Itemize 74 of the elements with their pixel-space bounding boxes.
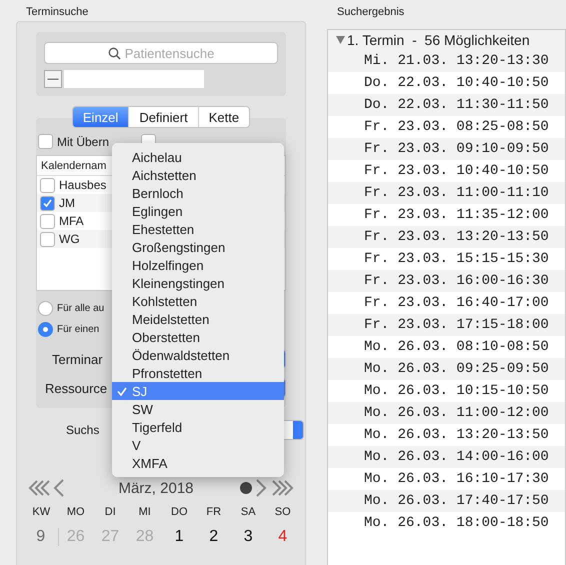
menu-item[interactable]: Großengstingen xyxy=(112,238,284,256)
radio-label: Für einen xyxy=(57,324,100,335)
result-row[interactable]: Mo. 26.03. 09:25-09:50 xyxy=(328,358,565,380)
tab[interactable]: Definiert xyxy=(128,107,198,127)
result-row[interactable]: Fr. 23.03. 16:00-16:30 xyxy=(328,270,565,292)
menu-item[interactable]: SW xyxy=(112,400,284,418)
checkbox[interactable] xyxy=(38,134,53,149)
search-icon xyxy=(108,46,121,60)
checkmark-icon xyxy=(43,198,52,208)
weekday-label: DI xyxy=(104,506,117,518)
radio-label: Für alle au xyxy=(57,303,104,314)
week-number: 9 xyxy=(24,528,58,546)
calendar-date[interactable]: 2 xyxy=(196,528,231,546)
remove-button[interactable]: — xyxy=(44,70,62,88)
chevron-left-icon[interactable] xyxy=(52,479,66,497)
menu-item[interactable]: Kohlstetten xyxy=(112,292,284,310)
checkbox[interactable] xyxy=(40,232,55,246)
menu-item[interactable]: Meidelstetten xyxy=(112,310,284,328)
calendar-name: Hausbes xyxy=(59,178,106,192)
double-right-icon[interactable] xyxy=(272,479,294,497)
weekday-label: SO xyxy=(274,506,292,518)
field-label: Ressource xyxy=(45,380,108,396)
radio-button[interactable] xyxy=(38,301,53,316)
result-row[interactable]: Mo. 26.03. 14:00-16:00 xyxy=(328,446,565,468)
menu-item[interactable]: SJ xyxy=(112,382,284,400)
menu-item[interactable]: Bernloch xyxy=(112,184,284,202)
double-left-icon[interactable] xyxy=(28,479,50,497)
menu-item[interactable]: Ödenwaldstetten xyxy=(112,346,284,364)
menu-item[interactable]: Eglingen xyxy=(112,202,284,220)
checkmark-icon xyxy=(117,387,127,396)
checkbox[interactable] xyxy=(40,178,55,192)
calendar-name: JM xyxy=(59,196,75,210)
field-label: Terminar xyxy=(52,352,103,366)
weekday-label: MI xyxy=(138,506,152,518)
result-row[interactable]: Mo. 26.03. 17:40-17:50 xyxy=(328,490,565,512)
field-label: Suchs xyxy=(66,423,100,437)
result-row[interactable]: Fr. 23.03. 17:15-18:00 xyxy=(328,314,565,336)
weekday-label: SA xyxy=(240,506,257,518)
result-row[interactable]: Mo. 26.03. 11:00-12:00 xyxy=(328,402,565,424)
panel-title: Suchergebnis xyxy=(336,5,406,20)
month-label: März, 2018 xyxy=(117,480,195,496)
panel-title: Terminsuche xyxy=(25,5,90,20)
radio-button[interactable] xyxy=(38,322,53,337)
menu-item[interactable]: Tigerfeld xyxy=(112,418,284,436)
calendar-name: MFA xyxy=(59,214,84,228)
weekday-label: KW xyxy=(31,506,52,518)
weekday-label: FR xyxy=(205,506,222,518)
weekday-label: DO xyxy=(170,506,188,518)
result-row[interactable]: Fr. 23.03. 13:20-13:50 xyxy=(328,226,565,248)
calendar-date[interactable]: 3 xyxy=(231,528,266,546)
checkbox-label: Mit Übern xyxy=(57,134,110,148)
checkbox[interactable] xyxy=(40,214,55,228)
tab[interactable]: Kette xyxy=(198,107,250,127)
menu-item[interactable]: Oberstetten xyxy=(112,328,284,346)
menu-item[interactable]: Kleinengstingen xyxy=(112,274,284,292)
calendar-name: WG xyxy=(59,232,80,246)
today-dot-icon[interactable] xyxy=(240,482,252,494)
calendar-date[interactable]: 1 xyxy=(162,528,196,546)
group-title: 1. Termin - 56 Möglichkeiten xyxy=(347,32,530,48)
menu-item[interactable]: Ehestetten xyxy=(112,220,284,238)
placeholder: Patientensuche xyxy=(124,46,214,60)
result-row[interactable]: Fr. 23.03. 11:00-11:10 xyxy=(328,182,565,204)
patient-field[interactable] xyxy=(64,70,204,88)
result-row[interactable]: Mi. 21.03. 13:20-13:30 xyxy=(328,50,565,72)
checkbox[interactable] xyxy=(40,196,55,210)
menu-item[interactable]: XMFA xyxy=(112,454,284,472)
weekday-label: MO xyxy=(66,506,86,518)
menu-item[interactable]: Pfronstetten xyxy=(112,364,284,382)
menu-item[interactable]: Holzelfingen xyxy=(112,256,284,274)
result-row[interactable]: Fr. 23.03. 09:10-09:50 xyxy=(328,138,565,160)
result-row[interactable]: Do. 22.03. 11:30-11:50 xyxy=(328,94,565,116)
triangle-down-icon[interactable] xyxy=(336,36,345,44)
menu-item[interactable]: V xyxy=(112,436,284,454)
sunday-date[interactable]: 4 xyxy=(266,528,300,546)
